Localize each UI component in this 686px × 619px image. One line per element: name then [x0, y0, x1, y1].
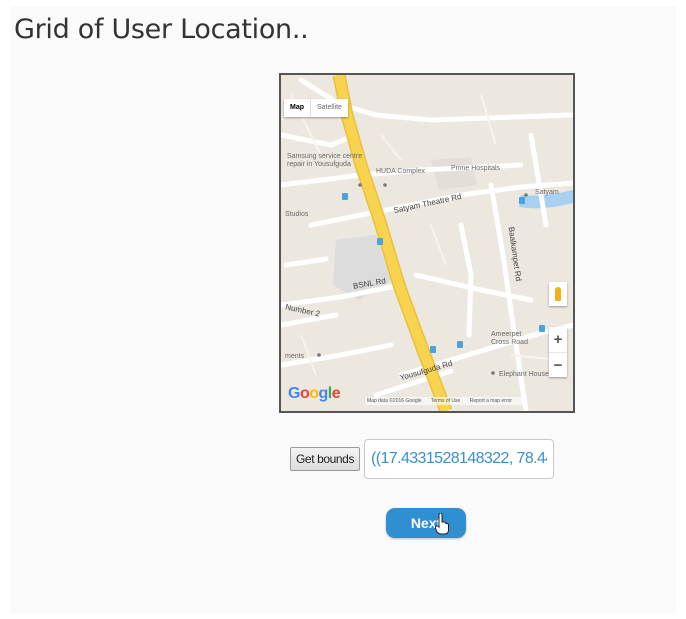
map-terms-link[interactable]: Terms of Use [431, 398, 460, 404]
map-label-studios: Studios [285, 211, 309, 218]
google-logo: Google [288, 385, 341, 402]
map-label-satyam: Satyam [535, 189, 559, 196]
map-type-control: Map Satellite [284, 99, 348, 117]
pegman-figure [555, 287, 561, 301]
zoom-control: + − [549, 327, 567, 377]
map-report-error-link[interactable]: Report a map error [470, 398, 512, 404]
zoom-out-button[interactable]: − [549, 353, 567, 378]
bounds-controls: Get bounds [290, 439, 555, 479]
map-type-satellite[interactable]: Satellite [310, 99, 348, 117]
map-label-ments: ments [285, 353, 305, 360]
map-label-ameerpet-line2: Cross Road [491, 339, 528, 346]
pegman-icon[interactable] [549, 282, 567, 306]
map-label-elephant-house: Elephant House [499, 371, 549, 378]
page-title: Grid of User Location.. [14, 14, 309, 45]
map-label-samsung-line1: Samsung service centre [287, 153, 363, 160]
map-widget[interactable]: Map Satellite Samsung service centre rep… [279, 73, 575, 413]
bounds-input[interactable] [364, 439, 555, 479]
page: Grid of User Location.. Map Satellite Sa… [0, 0, 686, 619]
map-label-prime-hospitals: Prime Hospitals [451, 165, 501, 172]
next-button[interactable]: Next [386, 508, 466, 538]
map-data-attribution: Map data ©2016 Google [367, 398, 422, 404]
map-type-map[interactable]: Map [284, 99, 310, 117]
map-label-ameerpet-line1: Ameerpet [491, 331, 522, 338]
map-label-samsung-line2: repair in Yousufguda [287, 161, 351, 168]
map-canvas[interactable] [281, 75, 573, 411]
zoom-in-button[interactable]: + [549, 327, 567, 353]
get-bounds-button[interactable]: Get bounds [290, 447, 361, 471]
map-attribution: Map data ©2016 Google Terms of Use Repor… [365, 397, 522, 405]
map-label-huda-complex: HUDA Complex [376, 168, 426, 175]
